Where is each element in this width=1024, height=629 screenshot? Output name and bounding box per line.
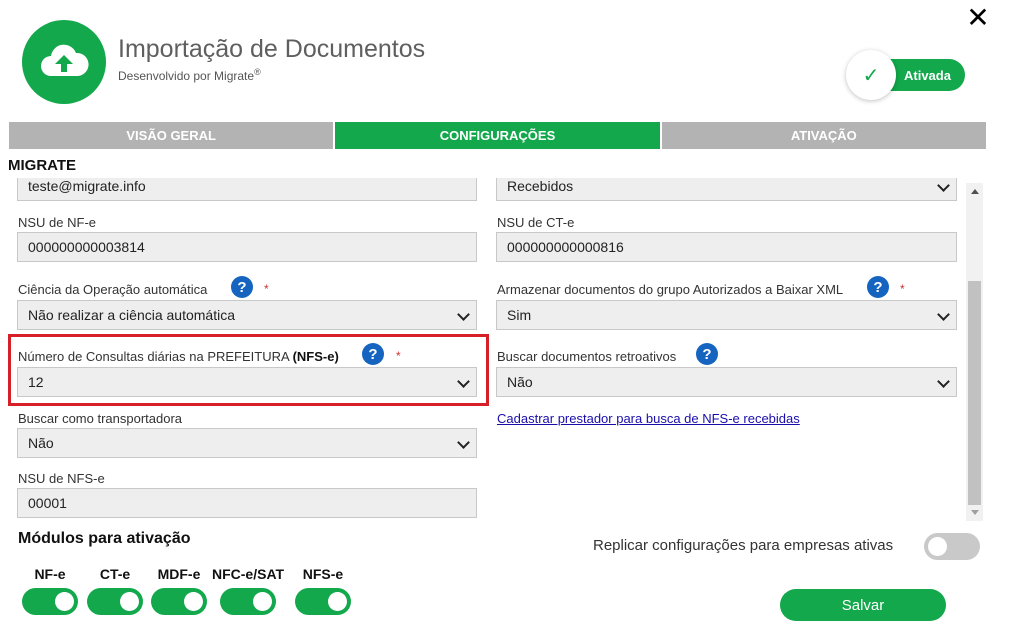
required-mark: * [264, 282, 269, 296]
module-toggle[interactable] [87, 588, 143, 615]
required-mark: * [900, 282, 905, 296]
registered-mark: ® [254, 67, 261, 77]
module-cte: CT-e [87, 566, 143, 620]
module-label: MDF-e [157, 566, 201, 582]
module-toggle[interactable] [295, 588, 351, 615]
nsu-nfse-label: NSU de NFS-e [18, 471, 105, 486]
nsu-cte-input[interactable]: 000000000000816 [496, 232, 957, 262]
module-nfce-sat: NFC-e/SAT [212, 566, 284, 620]
module-toggle[interactable] [220, 588, 277, 615]
ciencia-label: Ciência da Operação automática [18, 282, 208, 297]
activation-status: ✓ Ativada [846, 50, 965, 100]
replicate-toggle[interactable] [924, 533, 980, 565]
replicate-label: Replicar configurações para empresas ati… [593, 537, 894, 554]
module-mdfe: MDF-e [151, 566, 207, 620]
nsu-nfse-input[interactable]: 00001 [17, 488, 477, 518]
transportadora-select[interactable]: Não [17, 428, 477, 458]
nsu-cte-label: NSU de CT-e [497, 215, 575, 230]
tab-bar: VISÃO GERAL CONFIGURAÇÕES ATIVAÇÃO [9, 122, 986, 149]
retroativos-label: Buscar documentos retroativos [497, 349, 677, 364]
check-icon: ✓ [846, 50, 896, 100]
tab-visao-geral[interactable]: VISÃO GERAL [9, 122, 334, 149]
module-label: NFC-e/SAT [212, 566, 285, 582]
toggle-switch[interactable] [924, 533, 980, 560]
close-icon[interactable]: ✕ [962, 2, 994, 34]
highlight-box [8, 334, 489, 406]
scroll-down-icon[interactable] [966, 504, 983, 521]
modules-title: Módulos para ativação [18, 530, 191, 547]
module-label: CT-e [99, 566, 131, 582]
nsu-nfe-label: NSU de NF-e [18, 215, 97, 230]
ciencia-select[interactable]: Não realizar a ciência automática [17, 300, 477, 330]
module-nfse: NFS-e [295, 566, 351, 620]
module-label: NF-e [34, 566, 66, 582]
help-icon[interactable]: ? [231, 276, 253, 298]
retroativos-select[interactable]: Não [496, 367, 957, 397]
armazenar-select[interactable]: Sim [496, 300, 957, 330]
vertical-scrollbar[interactable] [966, 183, 983, 521]
app-title: Importação de Documentos [118, 35, 426, 63]
save-button[interactable]: Salvar [780, 589, 946, 621]
help-icon[interactable]: ? [696, 343, 718, 365]
app-subtitle: Desenvolvido por Migrate® [118, 67, 261, 83]
cloud-upload-icon [22, 20, 106, 104]
nsu-nfe-input[interactable]: 000000000003814 [17, 232, 477, 262]
tab-configuracoes[interactable]: CONFIGURAÇÕES [335, 122, 660, 149]
email-field[interactable]: teste@migrate.info [17, 178, 477, 201]
cadastrar-prestador-link[interactable]: Cadastrar prestador para busca de NFS-e … [497, 411, 800, 426]
section-title: MIGRATE [8, 157, 77, 174]
document-type-select[interactable]: Recebidos [496, 178, 957, 201]
module-label: NFS-e [302, 566, 344, 582]
module-nfe: NF-e [22, 566, 78, 620]
scroll-thumb[interactable] [968, 281, 981, 505]
transportadora-label: Buscar como transportadora [18, 411, 183, 426]
tab-ativacao[interactable]: ATIVAÇÃO [661, 122, 986, 149]
armazenar-label: Armazenar documentos do grupo Autorizado… [497, 282, 844, 297]
scroll-up-icon[interactable] [966, 183, 983, 200]
help-icon[interactable]: ? [867, 276, 889, 298]
module-toggle[interactable] [151, 588, 207, 615]
module-toggle[interactable] [22, 588, 78, 615]
